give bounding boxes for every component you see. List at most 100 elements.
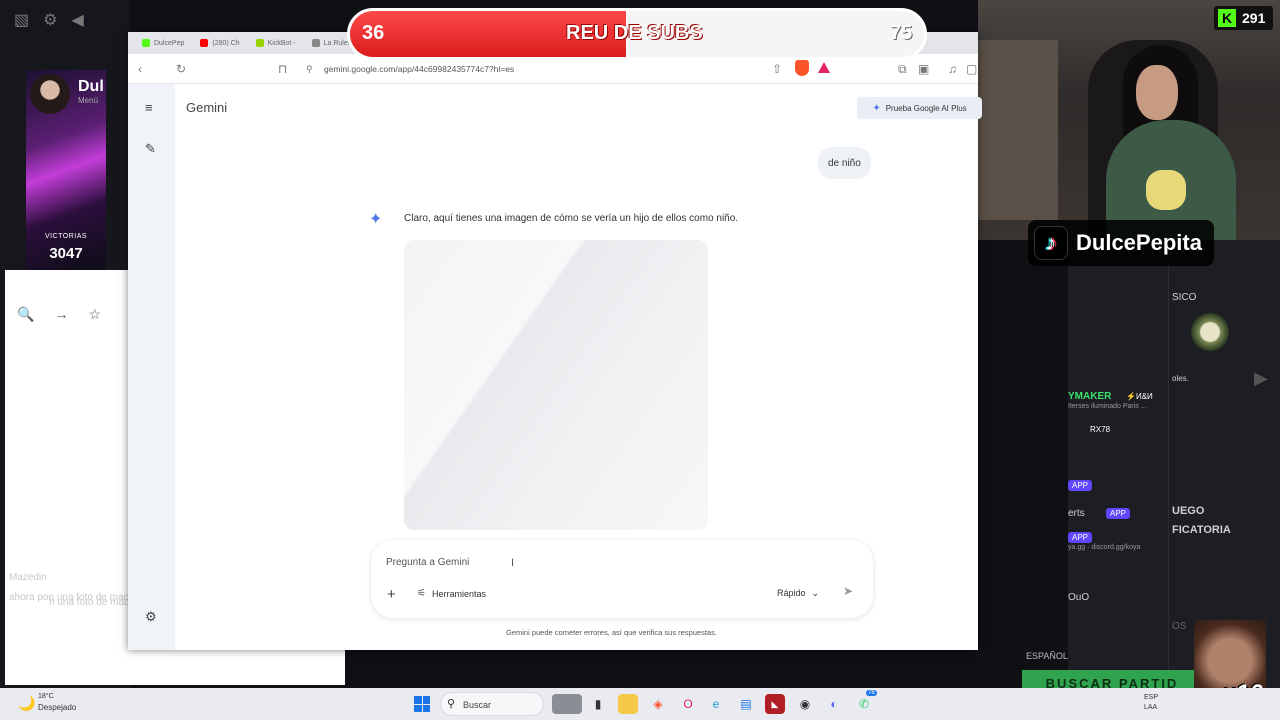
folder-icon[interactable] bbox=[618, 694, 638, 714]
kick-viewer-badge: K 291 bbox=[1214, 6, 1274, 30]
extensions-icon[interactable]: ⧉ bbox=[898, 62, 907, 77]
opera-icon[interactable]: O bbox=[678, 694, 698, 714]
add-icon[interactable]: + bbox=[387, 586, 396, 603]
reload-icon[interactable]: ↻ bbox=[176, 62, 186, 76]
victories-value: 3047 bbox=[49, 245, 83, 262]
prompt-composer: I + ⚟ Herramientas Rápido ⌄ ➤ bbox=[371, 540, 873, 618]
browser-tab[interactable]: KickBot - bbox=[250, 34, 302, 52]
tools-label: Herramientas bbox=[431, 588, 486, 599]
subs-current-count: 36 bbox=[362, 22, 385, 44]
obs-icon[interactable]: ◉ bbox=[795, 694, 815, 714]
app-title: Gemini bbox=[186, 100, 228, 115]
generated-image-placeholder[interactable] bbox=[404, 240, 708, 530]
tab-label: DulcePep bbox=[154, 39, 185, 47]
right-text-sico: SICO bbox=[1172, 292, 1197, 303]
avatar bbox=[30, 74, 70, 114]
weather-temperature[interactable]: 18°C bbox=[38, 693, 54, 700]
find-match-button[interactable]: BUSCAR PARTID bbox=[1022, 670, 1202, 690]
tools-button[interactable]: ⚟ Herramientas bbox=[417, 588, 486, 599]
webcam-snack bbox=[1146, 170, 1186, 210]
carousel-next-icon[interactable]: ▶ bbox=[1254, 368, 1268, 389]
window-icon: ▧ bbox=[14, 12, 30, 29]
right-text-ouo: OuO bbox=[1068, 592, 1090, 603]
taskbar-search-label: Buscar bbox=[463, 700, 492, 710]
gear-icon: ⚙ bbox=[43, 12, 58, 29]
tab-label: KickBot - bbox=[267, 39, 296, 47]
kick-logo-icon: K bbox=[1218, 9, 1236, 27]
upgrade-button[interactable]: ✦ Prueba Google AI Plus bbox=[857, 97, 982, 119]
brave-shield-icon[interactable] bbox=[795, 60, 809, 76]
tiktok-name-tag: ♪ DulcePepita bbox=[1028, 220, 1214, 266]
send-icon[interactable]: ➤ bbox=[843, 584, 853, 598]
upgrade-label: Prueba Google AI Plus bbox=[885, 103, 967, 113]
wallet-icon[interactable]: ▣ bbox=[918, 62, 929, 76]
back-icon[interactable]: ‹ bbox=[138, 62, 142, 76]
site-info-icon[interactable]: ⚲ bbox=[306, 64, 313, 75]
subs-goal-count: 75 bbox=[890, 22, 913, 44]
explorer-window-icon[interactable]: ▮ bbox=[588, 694, 608, 714]
webcam-streamer-face bbox=[1136, 65, 1178, 120]
search-icon: ⚲ bbox=[447, 698, 456, 710]
app-badge: APP bbox=[1068, 532, 1093, 543]
chevron-down-icon: ⌄ bbox=[811, 588, 820, 598]
webcam-feed bbox=[978, 0, 1280, 240]
right-text-erts: erts bbox=[1068, 508, 1085, 519]
tab-favicon-icon bbox=[255, 39, 264, 47]
game-profile-card: Dul Menú VICTORIAS 3047 bbox=[26, 70, 106, 270]
kick-viewer-count: 291 bbox=[1242, 10, 1266, 26]
language-indicator[interactable]: ESP LAA bbox=[1144, 693, 1158, 713]
model-selector[interactable]: Rápido ⌄ bbox=[777, 588, 819, 599]
share-icon[interactable]: ⇧ bbox=[772, 62, 782, 76]
brave-rewards-icon[interactable] bbox=[818, 62, 830, 73]
store-icon[interactable]: ▤ bbox=[736, 694, 756, 714]
edge-icon[interactable]: e bbox=[706, 694, 726, 714]
music-icon[interactable]: ♫ bbox=[948, 62, 957, 76]
brave-browser-icon[interactable]: ◈ bbox=[648, 694, 668, 714]
subs-goal-label: REU DE SUBS bbox=[566, 22, 703, 44]
start-button[interactable] bbox=[414, 696, 430, 712]
gemini-sparkle-icon: ✦ bbox=[369, 211, 383, 228]
whatsapp-icon[interactable]: ✆ bbox=[854, 694, 874, 714]
discord-icon[interactable]: ◐ bbox=[824, 694, 844, 714]
game-app-icon[interactable] bbox=[552, 694, 582, 714]
text-cursor-icon: I bbox=[511, 557, 515, 569]
bookmark-icon[interactable]: ⊓ bbox=[278, 62, 287, 76]
ghost-chat-user: Mazedin bbox=[9, 572, 47, 583]
star-icon[interactable]: ☆ bbox=[88, 306, 101, 323]
disclaimer-text: Gemini puede cometer errores, así que ve… bbox=[506, 628, 717, 637]
right-text-maker-badge: ⚡И&И bbox=[1126, 392, 1153, 401]
url-field[interactable]: gemini.google.com/app/44c69982435774c7?h… bbox=[324, 64, 514, 74]
zoom-icon[interactable]: 🔍 bbox=[17, 306, 34, 323]
menu-icon[interactable]: ≡ bbox=[145, 100, 153, 115]
tools-icon: ⚟ bbox=[417, 588, 426, 599]
language-line-1: ESP bbox=[1144, 694, 1159, 701]
prompt-input[interactable] bbox=[386, 554, 766, 570]
browser-tab[interactable]: DulcePep bbox=[136, 34, 190, 52]
tab-favicon-icon bbox=[200, 39, 209, 47]
taskbar-search[interactable]: ⚲ Buscar bbox=[440, 692, 544, 716]
app-badge: APP bbox=[1068, 480, 1093, 491]
right-text-poles: oles. bbox=[1172, 374, 1189, 383]
weather-description[interactable]: Despejado bbox=[38, 703, 76, 712]
tab-label: (280) Ch bbox=[212, 39, 240, 47]
tiktok-username: DulcePepita bbox=[1076, 230, 1202, 255]
gemini-sidebar: ≡ ✎ ⚙ bbox=[128, 84, 175, 650]
rank-emblem-icon bbox=[1188, 310, 1232, 354]
back-icon: ◀ bbox=[71, 12, 84, 29]
user-message-bubble: de niño bbox=[818, 147, 871, 179]
settings-icon[interactable]: ⚙ bbox=[145, 609, 157, 625]
app-icon[interactable]: ◣ bbox=[765, 694, 785, 714]
arrow-right-icon[interactable]: → bbox=[54, 306, 68, 323]
sidebar-toggle-icon[interactable]: ▢ bbox=[966, 62, 977, 76]
sparkle-icon: ✦ bbox=[872, 102, 881, 114]
model-label: Rápido bbox=[777, 588, 806, 598]
browser-tab[interactable]: (280) Ch bbox=[194, 34, 245, 52]
right-text-maker: YMAKER bbox=[1068, 391, 1112, 402]
right-text-ficatoria: FICATORIA bbox=[1172, 524, 1231, 536]
right-text-maker-msg: Iterses iluminado Paris ... bbox=[1068, 403, 1147, 410]
background-top-icons: ▧ ⚙ ◀ bbox=[14, 10, 84, 30]
right-text-discord: ya.gg · discord.gg/koya bbox=[1068, 544, 1141, 551]
game-menu-label: Menú bbox=[78, 96, 99, 105]
new-chat-icon[interactable]: ✎ bbox=[145, 141, 156, 157]
right-text-juego: UEGO bbox=[1172, 505, 1205, 517]
